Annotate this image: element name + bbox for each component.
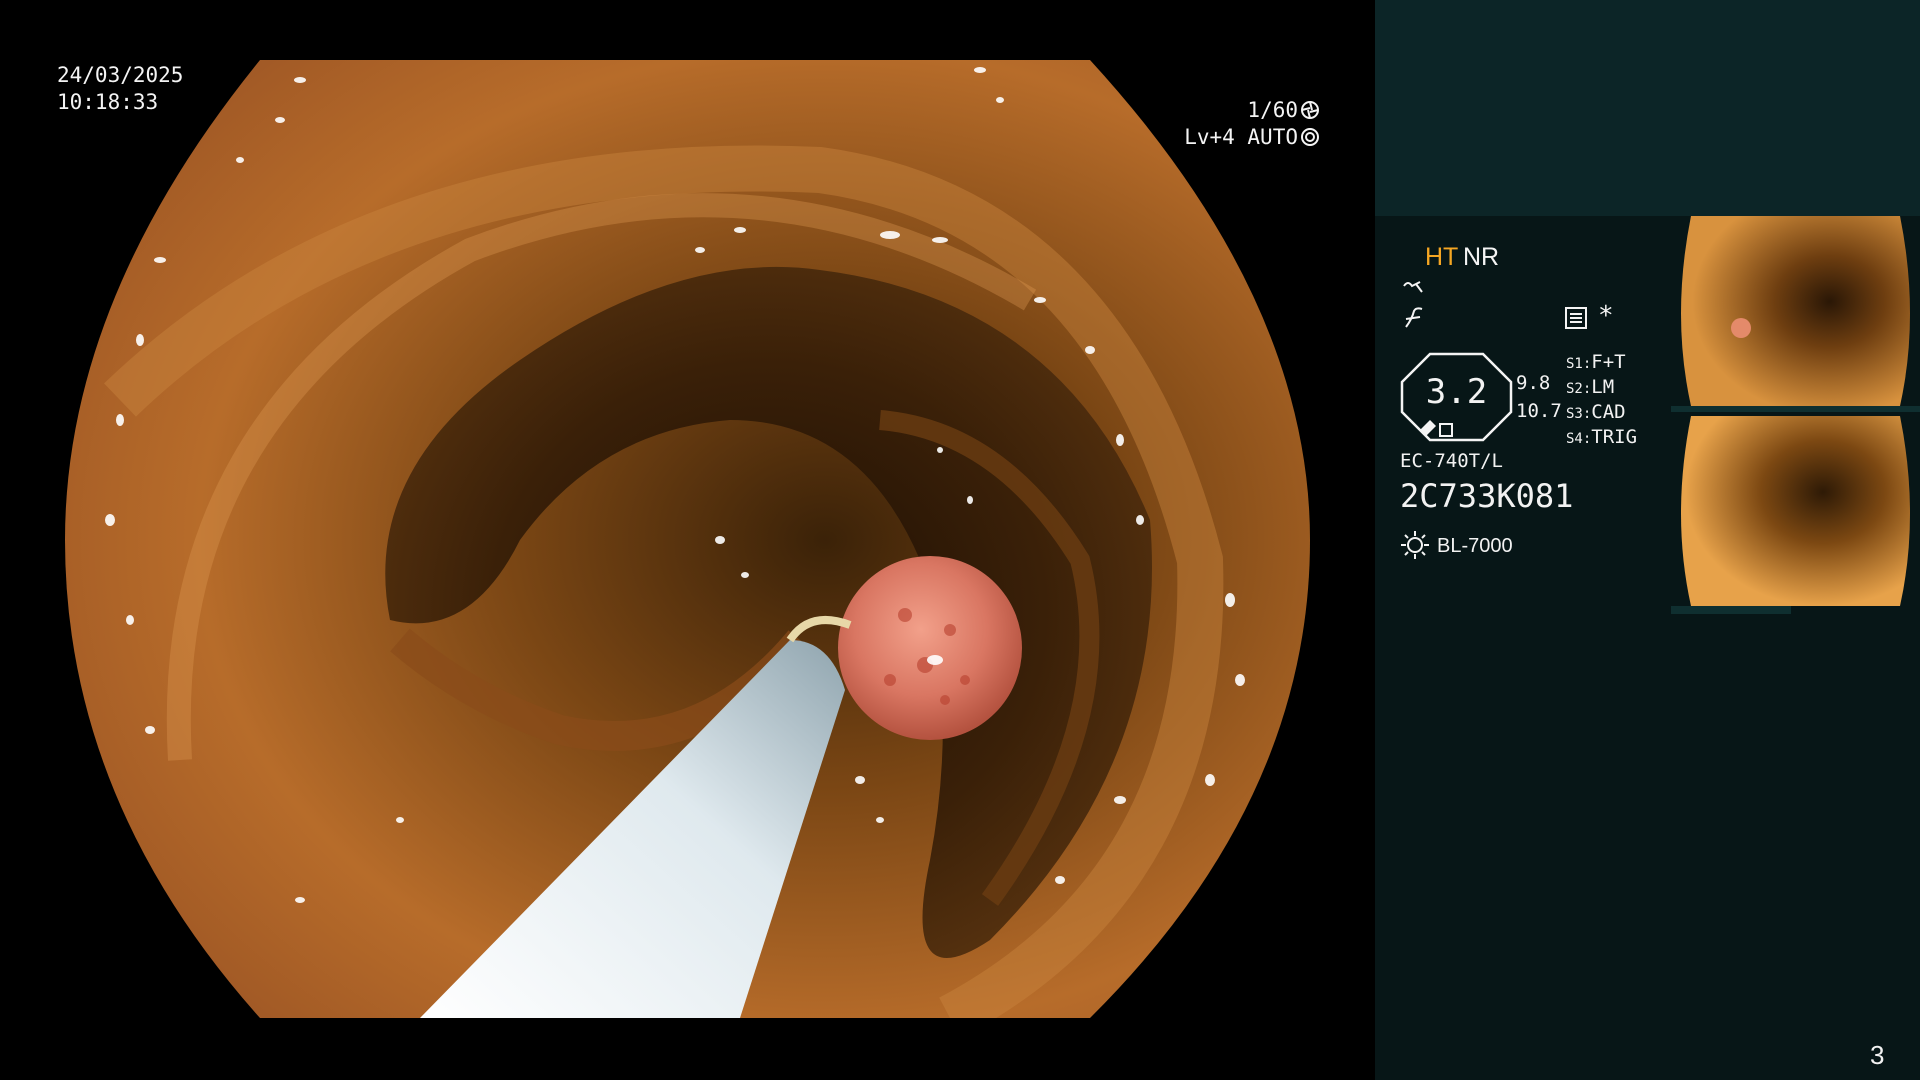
- auto-iris-icon: [1301, 128, 1319, 146]
- switch-key: S2:: [1566, 381, 1592, 397]
- serial-number-text: 2C733K081: [1400, 477, 1574, 515]
- light-source-text: BL-7000: [1437, 535, 1513, 557]
- switch-value: TRIG: [1591, 426, 1638, 448]
- aperture-icon: [1301, 101, 1319, 119]
- menu-list-icon: [1565, 307, 1587, 329]
- color-enhance-icon: [1405, 307, 1423, 328]
- date-time-display: 24/03/2025 10:18:33: [57, 62, 183, 116]
- thumbnail-1[interactable]: [1671, 216, 1920, 412]
- page-number: 3: [1870, 1040, 1885, 1070]
- ratio-bottom-value: 10.7: [1516, 400, 1562, 422]
- time-text: 10:18:33: [57, 90, 159, 114]
- mode-ht-label: HT: [1425, 243, 1459, 271]
- light-source-icon: [1401, 531, 1429, 559]
- switch-s3: S3:CAD: [1566, 400, 1626, 426]
- switch-s2: S2:LM: [1566, 375, 1614, 401]
- switch-s4: S4:TRIG: [1566, 425, 1637, 451]
- switch-key: S3:: [1566, 406, 1592, 422]
- switch-key: S4:: [1566, 431, 1592, 447]
- switch-key: S1:: [1566, 356, 1592, 372]
- asterisk-icon: *: [1598, 301, 1614, 331]
- thumbnail-2[interactable]: [1671, 416, 1920, 616]
- zoom-value: 3.2: [1425, 372, 1488, 412]
- switch-s1: S1:F+T: [1566, 350, 1626, 376]
- endoscope-view: 24/03/2025 10:18:33 1/60 Lv+4 AUTO: [0, 0, 1375, 1080]
- switch-value: LM: [1591, 376, 1615, 398]
- mode-nr-label: NR: [1463, 243, 1500, 271]
- exposure-info: 1/60 Lv+4 AUTO: [1100, 97, 1320, 151]
- shutter-text: 1/60: [1247, 98, 1298, 122]
- level-text: Lv+4 AUTO: [1184, 125, 1298, 149]
- thumbnail-strip: [1671, 216, 1920, 616]
- scope-model-text: EC-740T/L: [1400, 450, 1503, 472]
- structure-enhance-icon: [1403, 281, 1423, 293]
- date-text: 24/03/2025: [57, 63, 184, 87]
- switch-value: CAD: [1591, 401, 1626, 423]
- switch-value: F+T: [1591, 351, 1626, 373]
- level-row: Lv+4 AUTO: [1100, 124, 1320, 151]
- endoscopic-image: [65, 60, 1310, 1018]
- panel-header-area: [1375, 0, 1920, 216]
- shutter-row: 1/60: [1100, 97, 1320, 124]
- ratio-top-value: 9.8: [1516, 372, 1551, 394]
